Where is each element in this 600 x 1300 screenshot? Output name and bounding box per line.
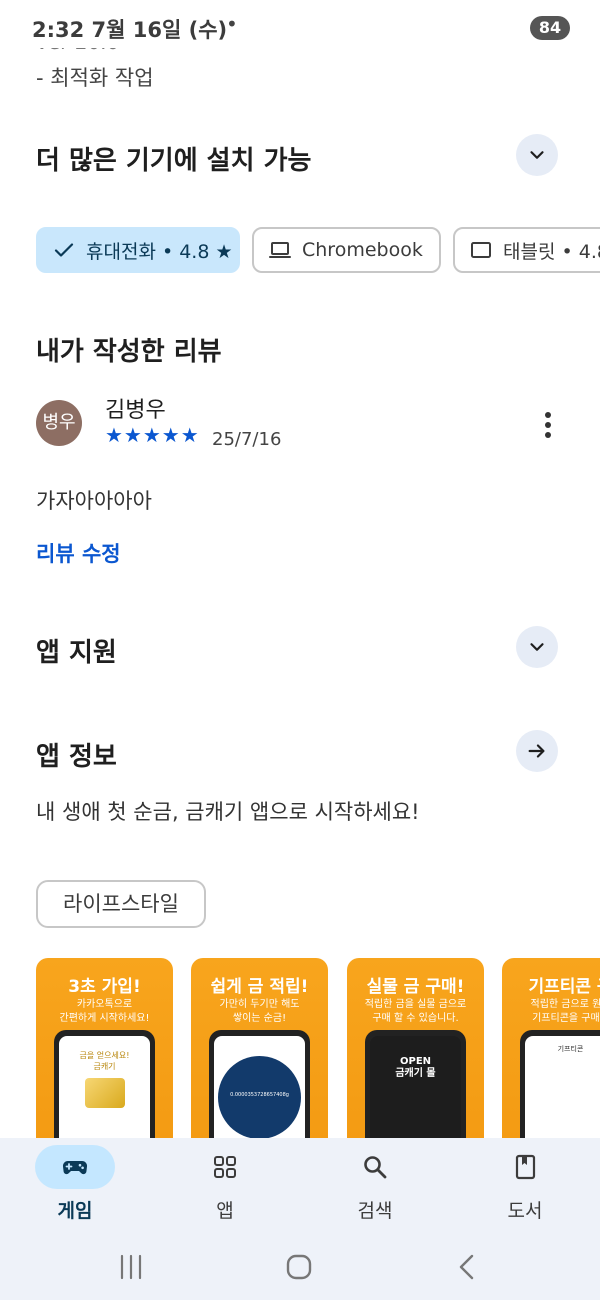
chip-phone-label: 휴대전화 • 4.8 ★ bbox=[86, 240, 233, 263]
app-support-title: 앱 지원 bbox=[36, 638, 117, 668]
back-icon[interactable] bbox=[447, 1252, 487, 1282]
chevron-down-icon bbox=[530, 151, 544, 159]
screenshot-subtitle: 적립한 금을 실물 금으로 구매 할 수 있습니다. bbox=[364, 999, 467, 1024]
nav-books-pill bbox=[485, 1145, 565, 1189]
screenshot-3[interactable]: 실물 금 구매! 적립한 금을 실물 금으로 구매 할 수 있습니다. OPEN… bbox=[347, 958, 484, 1138]
nav-search[interactable]: 검색 bbox=[300, 1138, 450, 1238]
phone-screen: 기프티콘 bbox=[525, 1036, 600, 1138]
gamepad-icon bbox=[62, 1160, 88, 1175]
screenshot-1[interactable]: 3초 가입! 카카오톡으로 간편하게 시작하세요! 금을 얻으세요! 금캐기 bbox=[36, 958, 173, 1138]
phone-mockup: OPEN 금캐기 몰 bbox=[365, 1030, 466, 1138]
chip-chromebook-label: Chromebook bbox=[302, 239, 423, 261]
home-icon[interactable] bbox=[279, 1252, 319, 1282]
arrow-right-icon bbox=[528, 744, 545, 758]
avatar: 병우 bbox=[36, 400, 82, 446]
screenshot-carousel[interactable]: 3초 가입! 카카오톡으로 간편하게 시작하세요! 금을 얻으세요! 금캐기 쉽… bbox=[36, 958, 600, 1138]
expand-app-support-button[interactable] bbox=[516, 626, 558, 668]
chip-tablet-label: 태블릿 • 4.8 bbox=[503, 240, 600, 263]
my-review-title: 내가 작성한 리뷰 bbox=[36, 337, 222, 367]
screenshot-subtitle: 카카오톡으로 간편하게 시작하세요! bbox=[59, 999, 150, 1024]
screenshot-2[interactable]: 쉽게 금 적립! 가만히 두기만 해도 쌓이는 순금! 0.0000353728… bbox=[191, 958, 328, 1138]
device-chips: 휴대전화 • 4.8 ★ Chromebook 태블릿 • 4.8 bbox=[0, 227, 600, 275]
status-time: 2:32 7월 16일 (수) bbox=[32, 18, 228, 42]
phone-mockup: 금을 얻으세요! 금캐기 bbox=[54, 1030, 155, 1138]
laptop-icon bbox=[269, 242, 291, 258]
phone-screen: OPEN 금캐기 몰 bbox=[370, 1036, 461, 1138]
app-description: 내 생애 첫 순금, 금캐기 앱으로 시작하세요! bbox=[36, 800, 420, 824]
category-chip[interactable]: 라이프스타일 bbox=[36, 880, 206, 928]
screen-caption: 0.000035372865​7408g bbox=[230, 1092, 289, 1098]
chip-phone[interactable]: 휴대전화 • 4.8 ★ bbox=[36, 227, 240, 273]
app-info-header[interactable]: 앱 정보 bbox=[36, 728, 564, 778]
screenshot-title: 3초 가입! bbox=[68, 977, 141, 997]
nav-books-label: 도서 bbox=[507, 1200, 543, 1222]
screen-caption: OPEN 금캐기 몰 bbox=[395, 1056, 436, 1079]
nav-apps-label: 앱 bbox=[216, 1200, 234, 1222]
whats-new-note: - 최적화 작업 bbox=[36, 66, 154, 90]
bottom-navigation: 게임 앱 검색 도서 bbox=[0, 1138, 600, 1238]
screenshot-subtitle: 가만히 두기만 해도 쌓이는 순금! bbox=[219, 999, 300, 1024]
phone-screen: 0.000035372865​7408g bbox=[214, 1036, 305, 1138]
screenshot-title: 실물 금 구매! bbox=[366, 977, 465, 997]
review-author: 김병우 bbox=[105, 398, 166, 423]
nav-books[interactable]: 도서 bbox=[450, 1138, 600, 1238]
screenshot-4[interactable]: 기프티콘 구 적립한 금으로 원하 기프티콘을 구매하 기프티콘 bbox=[502, 958, 600, 1138]
chevron-down-icon bbox=[530, 643, 544, 651]
tablet-icon bbox=[471, 242, 491, 258]
gold-bars-image bbox=[84, 1078, 125, 1108]
open-app-info-button[interactable] bbox=[516, 730, 558, 772]
devices-section-title: 더 많은 기기에 설치 가능 bbox=[36, 146, 312, 176]
edit-review-link[interactable]: 리뷰 수정 bbox=[36, 538, 121, 568]
screenshot-title: 쉽게 금 적립! bbox=[210, 977, 309, 997]
more-vert-icon[interactable] bbox=[536, 408, 560, 442]
app-info-title: 앱 정보 bbox=[36, 742, 117, 772]
book-icon bbox=[515, 1154, 536, 1180]
screenshot-title: 기프티콘 구 bbox=[528, 977, 600, 997]
nav-search-label: 검색 bbox=[357, 1200, 393, 1222]
app-support-header[interactable]: 앱 지원 bbox=[36, 624, 564, 674]
phone-mockup: 0.000035372865​7408g bbox=[209, 1030, 310, 1138]
nav-search-pill bbox=[335, 1145, 415, 1189]
battery-indicator: 84 bbox=[530, 16, 570, 40]
nav-apps-pill bbox=[185, 1145, 265, 1189]
screen-caption: 기프티콘 bbox=[557, 1045, 584, 1053]
nav-apps[interactable]: 앱 bbox=[150, 1138, 300, 1238]
check-icon bbox=[54, 243, 74, 257]
screen-caption: 금을 얻으세요! 금캐기 bbox=[79, 1051, 130, 1071]
search-icon bbox=[364, 1156, 387, 1179]
screenshot-subtitle: 적립한 금으로 원하 기프티콘을 구매하 bbox=[530, 999, 600, 1024]
phone-screen: 금을 얻으세요! 금캐기 bbox=[59, 1036, 150, 1138]
expand-devices-button[interactable] bbox=[516, 134, 558, 176]
review-rating-stars: ★★★★★ bbox=[105, 423, 200, 447]
status-notification-dot: • bbox=[226, 12, 238, 36]
nav-games[interactable]: 게임 bbox=[0, 1138, 150, 1238]
review-text: 가자아아아아 bbox=[36, 489, 152, 513]
system-navigation-bar bbox=[0, 1238, 600, 1300]
phone-mockup: 기프티콘 bbox=[520, 1030, 600, 1138]
devices-section-header[interactable]: 더 많은 기기에 설치 가능 bbox=[36, 132, 564, 182]
chip-tablet[interactable]: 태블릿 • 4.8 bbox=[453, 227, 600, 273]
review-date: 25/7/16 bbox=[212, 429, 282, 450]
apps-grid-icon bbox=[214, 1156, 236, 1178]
chip-chromebook[interactable]: Chromebook bbox=[252, 227, 441, 273]
nav-games-label: 게임 bbox=[57, 1200, 93, 1222]
nav-games-pill bbox=[35, 1145, 115, 1189]
my-review-header: 내가 작성한 리뷰 bbox=[36, 323, 564, 373]
recent-apps-icon[interactable] bbox=[111, 1252, 151, 1282]
status-bar: ver 20.0 2:32 7월 16일 (수) • 84 bbox=[0, 0, 600, 56]
